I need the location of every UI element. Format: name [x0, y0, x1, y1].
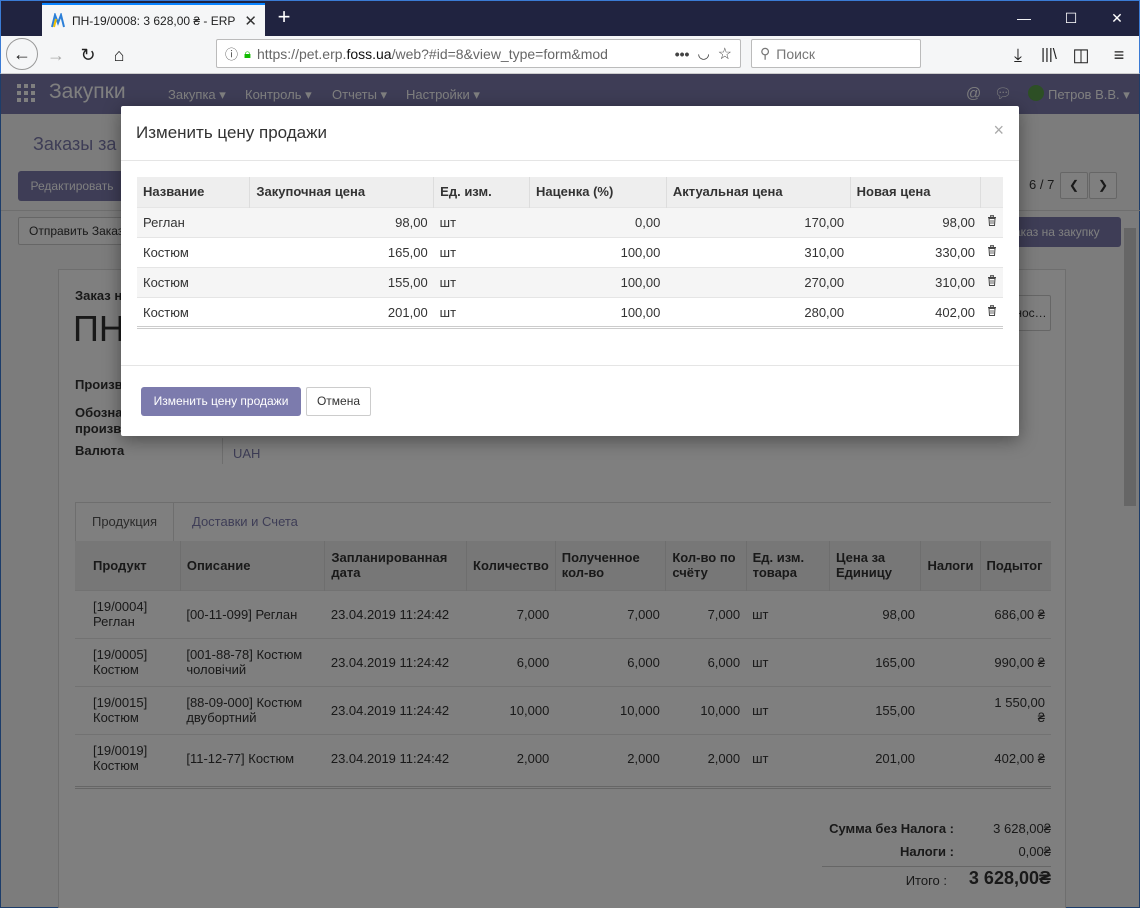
table-row[interactable]: Костюм 201,00 шт 100,00 280,00 402,00: [137, 296, 1003, 327]
col-purchase-price[interactable]: Закупочная цена: [249, 177, 434, 207]
cell-uom: шт: [433, 236, 530, 267]
price-table: Название Закупочная цена Ед. изм. Наценк…: [137, 177, 1003, 327]
cell-markup: 100,00: [529, 266, 667, 297]
cell-uom: шт: [433, 296, 530, 327]
cell-actual: 170,00: [666, 206, 851, 237]
dialog-footer: Изменить цену продажи Отмена: [121, 365, 1019, 436]
col-uom[interactable]: Ед. изм.: [433, 177, 530, 207]
table-row[interactable]: Костюм 155,00 шт 100,00 270,00 310,00: [137, 266, 1003, 297]
maximize-icon[interactable]: ☐: [1048, 1, 1094, 35]
tab-title: ПН-19/0008: 3 628,00 ₴ - ERP Fo: [72, 14, 239, 28]
bookmark-star-icon[interactable]: ☆: [718, 44, 732, 64]
browser-tab[interactable]: ПН-19/0008: 3 628,00 ₴ - ERP Fo ✕: [42, 3, 265, 37]
cell-markup: 0,00: [529, 206, 667, 237]
cell-new[interactable]: 310,00: [850, 266, 981, 297]
search-placeholder: Поиск: [776, 45, 816, 62]
cell-new[interactable]: 330,00: [850, 236, 981, 267]
cell-name: Костюм: [137, 266, 250, 297]
favicon-icon: [51, 13, 65, 28]
dialog-title: Изменить цену продажи: [121, 106, 1019, 161]
cancel-button[interactable]: Отмена: [306, 387, 371, 416]
change-price-dialog: Изменить цену продажи × Название Закупоч…: [121, 106, 1019, 436]
cell-purchase: 201,00: [249, 296, 434, 327]
col-actual-price[interactable]: Актуальная цена: [665, 177, 851, 207]
cell-uom: шт: [433, 206, 530, 237]
minimize-icon[interactable]: —: [1001, 1, 1047, 35]
home-icon[interactable]: ⌂: [104, 40, 134, 70]
cell-actual: 310,00: [666, 236, 851, 267]
library-icon[interactable]: |||\: [1034, 40, 1064, 70]
price-table-footer: [137, 326, 1003, 329]
lock-icon: 🔒︎: [244, 45, 251, 61]
cell-actual: 280,00: [666, 296, 851, 327]
browser-toolbar: ← → ↻ ⌂ ⓘ 🔒︎ https://pet.erp.foss.ua/web…: [0, 36, 1140, 74]
trash-icon[interactable]: [980, 266, 1003, 297]
page-actions-icon[interactable]: •••: [675, 46, 690, 62]
browser-tab-strip: ПН-19/0008: 3 628,00 ₴ - ERP Fo ✕ + — ☐ …: [0, 0, 1140, 37]
cell-actual: 270,00: [666, 266, 851, 297]
cell-uom: шт: [433, 266, 530, 297]
menu-icon[interactable]: ≡: [1104, 40, 1134, 70]
cell-name: Костюм: [137, 236, 250, 267]
search-icon: ⚲: [760, 45, 771, 61]
table-row[interactable]: Костюм 165,00 шт 100,00 310,00 330,00: [137, 236, 1003, 267]
cell-purchase: 155,00: [249, 266, 434, 297]
back-icon[interactable]: ←: [6, 38, 38, 70]
address-bar[interactable]: ⓘ 🔒︎ https://pet.erp.foss.ua/web?#id=8&v…: [216, 39, 741, 68]
cell-purchase: 165,00: [249, 236, 434, 267]
url-text: https://pet.erp.foss.ua/web?#id=8&view_t…: [256, 45, 608, 62]
sidebar-icon[interactable]: ◫: [1066, 40, 1096, 70]
close-tab-icon[interactable]: ✕: [244, 12, 257, 30]
cell-markup: 100,00: [529, 296, 667, 327]
trash-icon[interactable]: [980, 206, 1003, 237]
cell-markup: 100,00: [529, 236, 667, 267]
forward-icon[interactable]: →: [41, 40, 71, 70]
table-row[interactable]: Реглан 98,00 шт 0,00 170,00 98,00: [137, 206, 1003, 237]
pocket-icon[interactable]: ◡: [697, 45, 709, 62]
cell-purchase: 98,00: [249, 206, 434, 237]
cell-name: Костюм: [137, 296, 250, 327]
col-markup[interactable]: Наценка (%): [529, 177, 667, 207]
cell-new[interactable]: 98,00: [850, 206, 981, 237]
trash-icon[interactable]: [980, 236, 1003, 267]
close-window-icon[interactable]: ✕: [1094, 1, 1140, 35]
info-icon[interactable]: ⓘ: [225, 44, 238, 63]
col-new-price[interactable]: Новая цена: [849, 177, 981, 207]
cell-new[interactable]: 402,00: [850, 296, 981, 327]
col-name[interactable]: Название: [137, 177, 250, 207]
new-tab-icon[interactable]: +: [271, 5, 297, 31]
change-price-button[interactable]: Изменить цену продажи: [141, 387, 301, 416]
trash-icon[interactable]: [980, 296, 1003, 327]
col-actions: [980, 177, 1003, 207]
close-icon[interactable]: ×: [993, 120, 1004, 141]
search-input[interactable]: ⚲ Поиск: [751, 39, 921, 68]
downloads-icon[interactable]: ⤓: [1003, 40, 1033, 70]
reload-icon[interactable]: ↻: [73, 40, 103, 70]
cell-name: Реглан: [137, 206, 250, 237]
